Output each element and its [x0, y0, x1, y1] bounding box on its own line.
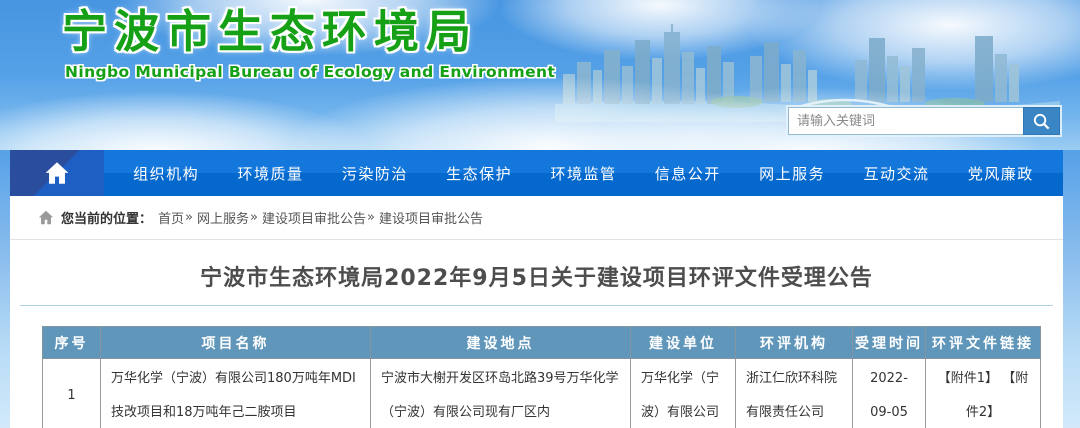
- cell-builder: 万华化学（宁波）有限公司: [630, 358, 736, 428]
- home-icon: [45, 162, 69, 184]
- cell-location: 宁波市大榭开发区环岛北路39号万华化学（宁波）有限公司现有厂区内: [370, 358, 631, 428]
- cell-seq: 1: [42, 358, 101, 428]
- site-subtitle-en: Ningbo Municipal Bureau of Ecology and E…: [65, 62, 556, 81]
- site-logo: 宁波市生态环境局 Ningbo Municipal Bureau of Ecol…: [62, 6, 555, 81]
- table-header-project: 项目名称: [100, 326, 371, 359]
- nav-home-tab[interactable]: [10, 150, 104, 196]
- breadcrumb-separator: »: [367, 210, 375, 225]
- main-nav: 组织机构 环境质量 污染防治 生态保护 环境监管 信息公开 网上服务 互动交流 …: [10, 150, 1063, 196]
- search-input[interactable]: [788, 107, 1023, 135]
- nav-item-info-disclosure[interactable]: 信息公开: [655, 163, 721, 184]
- nav-item-pollution-control[interactable]: 污染防治: [342, 163, 408, 184]
- breadcrumb-separator: »: [250, 210, 258, 225]
- search-icon: [1033, 113, 1050, 129]
- breadcrumb-label: 您当前的位置：: [61, 212, 153, 227]
- nav-item-online-services[interactable]: 网上服务: [759, 163, 825, 184]
- cell-accept-date: 2022-09-05: [852, 358, 926, 428]
- nav-item-orgs[interactable]: 组织机构: [133, 163, 199, 184]
- nav-item-interaction[interactable]: 互动交流: [863, 163, 929, 184]
- table-header-agency: 环评机构: [735, 326, 853, 359]
- title-divider: [20, 305, 1053, 306]
- site-header: 宁波市生态环境局 Ningbo Municipal Bureau of Ecol…: [0, 0, 1080, 150]
- breadcrumb-link-current[interactable]: 建设项目审批公告: [379, 208, 483, 227]
- search-box: [786, 105, 1062, 137]
- table-header-location: 建设地点: [370, 326, 631, 359]
- eia-table: 序号 项目名称 建设地点 建设单位 环评机构 受理时间 环评文件链接 1 万华化…: [42, 326, 1041, 428]
- site-title: 宁波市生态环境局: [62, 5, 479, 58]
- nav-items: 组织机构 环境质量 污染防治 生态保护 环境监管 信息公开 网上服务 互动交流 …: [104, 150, 1063, 196]
- breadcrumb-link-approval[interactable]: 建设项目审批公告: [262, 208, 366, 227]
- cell-eia-agency: 浙江仁欣环科院有限责任公司: [735, 358, 853, 428]
- breadcrumb-link-home[interactable]: 首页: [158, 208, 184, 227]
- breadcrumb-link-services[interactable]: 网上服务: [197, 208, 249, 227]
- table-header-attachment: 环评文件链接: [925, 326, 1041, 359]
- page-title: 宁波市生态环境局2022年9月5日关于建设项目环评文件受理公告: [200, 266, 873, 291]
- nav-item-env-quality[interactable]: 环境质量: [237, 163, 303, 184]
- breadcrumb-separator: »: [185, 210, 193, 225]
- cell-attachments: 【附件1】 【附件2】: [925, 358, 1041, 428]
- table-header-builder: 建设单位: [630, 326, 736, 359]
- content-panel: 您当前的位置： 首页» 网上服务» 建设项目审批公告» 建设项目审批公告 宁波市…: [10, 196, 1063, 428]
- table-header-date: 受理时间: [852, 326, 926, 359]
- cell-project-name: 万华化学（宁波）有限公司180万吨年MDI技改项目和18万吨年己二胺项目: [100, 358, 371, 428]
- search-button[interactable]: [1023, 107, 1060, 135]
- nav-item-supervision[interactable]: 环境监管: [550, 163, 616, 184]
- table-header-seq: 序号: [42, 326, 101, 359]
- home-icon: [38, 210, 54, 225]
- table-row: 1 万华化学（宁波）有限公司180万吨年MDI技改项目和18万吨年己二胺项目 宁…: [42, 358, 1041, 428]
- nav-item-party-conduct[interactable]: 党风廉政: [968, 163, 1034, 184]
- attachment-link-1[interactable]: 【附件1】: [938, 371, 998, 386]
- breadcrumb: 您当前的位置： 首页» 网上服务» 建设项目审批公告» 建设项目审批公告: [10, 196, 1063, 240]
- table-header-row: 序号 项目名称 建设地点 建设单位 环评机构 受理时间 环评文件链接: [42, 326, 1041, 359]
- nav-item-eco-protection[interactable]: 生态保护: [446, 163, 512, 184]
